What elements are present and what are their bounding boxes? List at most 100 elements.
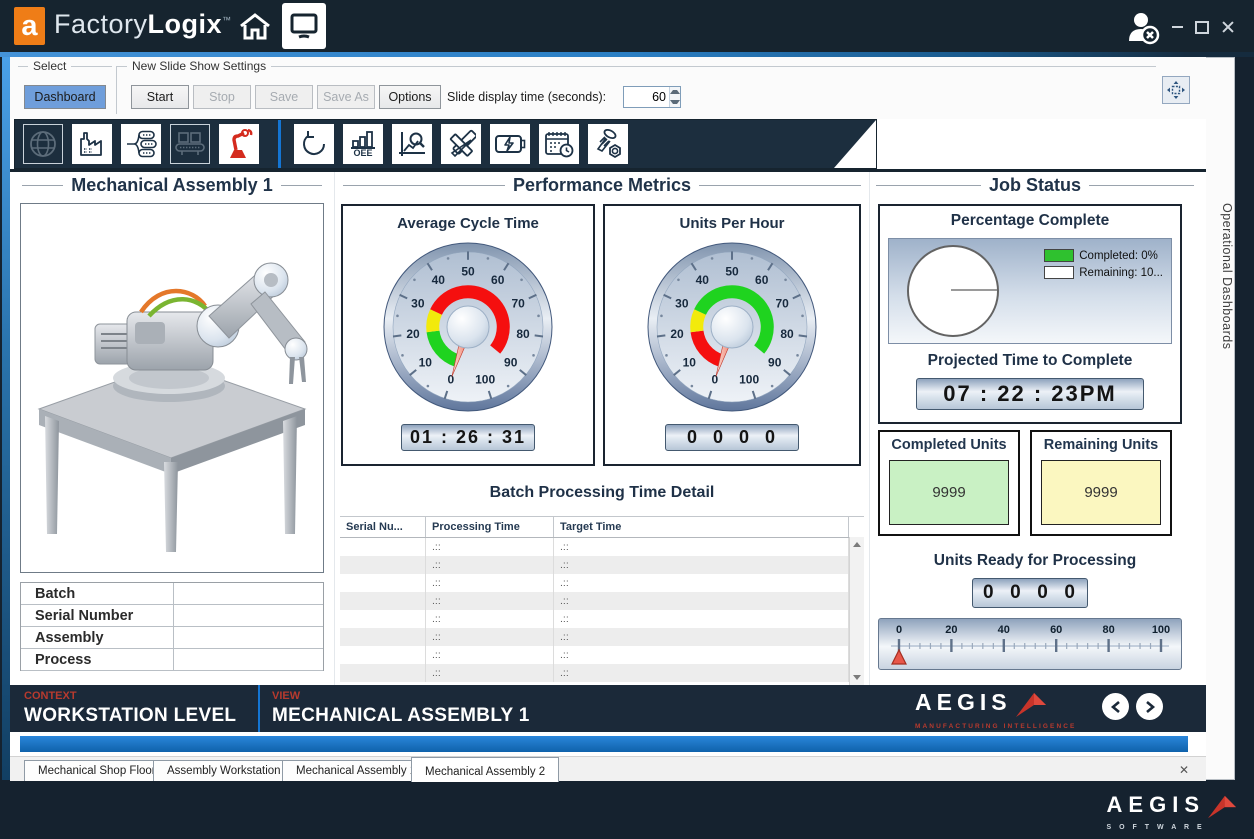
close-button[interactable]: [1219, 18, 1237, 36]
metric-analysis-button[interactable]: [392, 124, 432, 164]
view-flow-lanes-button[interactable]: [121, 124, 161, 164]
gauge-title: Average Cycle Time: [397, 215, 539, 232]
dashboard-button[interactable]: Dashboard: [24, 85, 106, 109]
operational-dashboards-side-tab[interactable]: Operational Dashboards: [1206, 57, 1235, 780]
pie-chart-zone: Completed: 0% Remaining: 10...: [888, 238, 1172, 344]
minimize-button[interactable]: [1168, 18, 1186, 36]
table-row[interactable]: .::.::: [340, 610, 864, 628]
table-row[interactable]: .::.::: [340, 646, 864, 664]
save-button[interactable]: Save: [255, 85, 313, 109]
station-image-box: [20, 203, 324, 573]
units-per-hour-gauge: 0102030405060708090100: [637, 232, 827, 422]
units-ready-linear-gauge: 020406080100: [878, 618, 1182, 670]
options-button[interactable]: Options: [379, 85, 441, 109]
pie-legend: Completed: 0% Remaining: 10...: [1044, 249, 1163, 283]
chevron-left-icon: [1110, 700, 1122, 714]
expand-layout-button[interactable]: [1162, 76, 1190, 104]
spinner-up-icon: [670, 90, 680, 94]
save-as-button[interactable]: Save As: [317, 85, 375, 109]
col-processing-time[interactable]: Processing Time: [426, 517, 554, 537]
user-logout-button[interactable]: [1122, 9, 1166, 47]
metric-schedule-button[interactable]: [539, 124, 579, 164]
horizontal-scrollbar[interactable]: [10, 732, 1206, 756]
svg-text:100: 100: [739, 373, 759, 387]
table-row[interactable]: .::.::: [340, 628, 864, 646]
tab-assembly-workstation[interactable]: Assembly Workstation: [153, 760, 295, 781]
table-row[interactable]: .::.::: [340, 556, 864, 574]
table-row[interactable]: .::.::: [340, 574, 864, 592]
cycle-refresh-icon: [299, 129, 329, 159]
dashboards-button[interactable]: [282, 3, 326, 49]
spinner-up-button[interactable]: [670, 87, 680, 97]
svg-text:40: 40: [696, 273, 710, 287]
svg-text:50: 50: [725, 265, 739, 279]
scroll-up-icon: [853, 542, 861, 547]
tab-mechanical-assembly-1[interactable]: Mechanical Assembly 1: [282, 760, 430, 781]
metric-cycle-button[interactable]: [294, 124, 334, 164]
station-info-table: Batch Serial Number Assembly Process: [20, 582, 324, 671]
completed-units-box: Completed Units 9999: [878, 430, 1020, 536]
view-robot-button[interactable]: [219, 124, 259, 164]
gauge-title: Units Per Hour: [679, 215, 784, 232]
col-target-time[interactable]: Target Time: [554, 517, 849, 537]
context-column: CONTEXT WORKSTATION LEVEL: [24, 690, 236, 727]
view-factory-button[interactable]: [72, 124, 112, 164]
batch-table-header: Serial Nu... Processing Time Target Time: [340, 517, 864, 538]
col-serial[interactable]: Serial Nu...: [340, 517, 426, 537]
panel-mechanical-assembly: Mechanical Assembly 1: [14, 172, 330, 685]
footer-aegis-wordmark: AEGIS: [1107, 794, 1205, 815]
pie-chart: [907, 245, 999, 337]
table-row[interactable]: .::.::: [340, 664, 864, 682]
maximize-button[interactable]: [1193, 18, 1211, 36]
batch-table-scrollbar[interactable]: [849, 537, 864, 685]
view-globe-button[interactable]: [23, 124, 63, 164]
battery-power-icon: [494, 131, 526, 157]
tab-mechanical-assembly-2[interactable]: Mechanical Assembly 2: [411, 757, 559, 782]
minimize-icon: [1172, 26, 1183, 28]
close-tabs-button[interactable]: ✕: [1176, 762, 1192, 778]
horizontal-scrollbar-thumb[interactable]: [20, 736, 1188, 752]
app-shell: Select Dashboard New Slide Show Settings…: [10, 57, 1206, 781]
info-row-assembly: Assembly: [21, 627, 323, 649]
footer-aegis-flag-icon: [1206, 794, 1238, 822]
home-button[interactable]: [238, 11, 272, 41]
table-row[interactable]: .::.::: [340, 592, 864, 610]
chart-inspect-icon: [397, 129, 427, 159]
units-per-hour-display: 0 0 0 0: [665, 424, 799, 451]
next-view-button[interactable]: [1136, 693, 1163, 720]
ribbon-separator: [278, 120, 281, 168]
design-tools-icon: [446, 129, 476, 159]
legend-completed: Completed: 0%: [1044, 249, 1163, 262]
view-conveyor-button[interactable]: [170, 124, 210, 164]
slideshow-group-label: New Slide Show Settings: [127, 59, 271, 73]
metric-design-button[interactable]: [441, 124, 481, 164]
calendar-schedule-icon: [544, 129, 574, 159]
slide-time-input[interactable]: [624, 87, 669, 107]
scroll-up-button[interactable]: [850, 537, 864, 552]
stop-button[interactable]: Stop: [193, 85, 251, 109]
metric-hardware-button[interactable]: [588, 124, 628, 164]
metric-oee-button[interactable]: OEE: [343, 124, 383, 164]
maximize-icon: [1195, 21, 1209, 34]
svg-text:20: 20: [406, 327, 420, 341]
previous-view-button[interactable]: [1102, 693, 1129, 720]
monitor-icon: [289, 11, 319, 41]
scroll-down-button[interactable]: [850, 670, 864, 685]
gauge-average-cycle-time: Average Cycle Time 010203040506070809010…: [341, 204, 595, 466]
slide-time-label: Slide display time (seconds):: [447, 90, 606, 104]
spinner-down-button[interactable]: [670, 97, 680, 107]
table-row[interactable]: .::.::: [340, 538, 864, 556]
select-group: Select Dashboard: [18, 66, 112, 114]
flow-lanes-icon: [125, 129, 157, 159]
metric-power-button[interactable]: [490, 124, 530, 164]
select-group-label: Select: [28, 59, 71, 73]
tab-mechanical-shop-floor[interactable]: Mechanical Shop Floor: [24, 760, 170, 781]
svg-text:20: 20: [670, 327, 684, 341]
footer: AEGIS S O F T W A R E: [0, 781, 1254, 839]
slideshow-group: New Slide Show Settings Start Stop Save …: [116, 66, 1156, 114]
info-row-process: Process: [21, 649, 323, 671]
start-button[interactable]: Start: [131, 85, 189, 109]
view-tabstrip: Mechanical Shop Floor Assembly Workstati…: [10, 756, 1206, 781]
batch-table: Serial Nu... Processing Time Target Time…: [340, 516, 864, 685]
svg-text:100: 100: [475, 373, 495, 387]
